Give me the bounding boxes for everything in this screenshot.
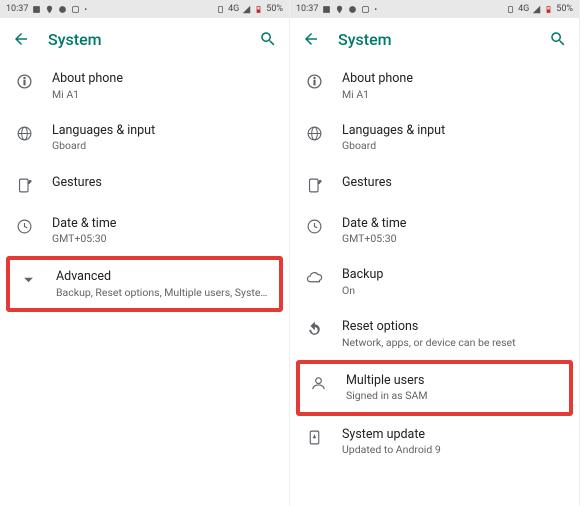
cloud-icon (306, 269, 323, 286)
gesture-icon (306, 177, 323, 194)
instagram-icon (361, 5, 370, 14)
update-icon (306, 429, 323, 446)
status-net: 4G (518, 4, 529, 14)
signal-icon (242, 5, 251, 14)
item-sub: Mi A1 (342, 88, 565, 101)
highlight-advanced: Advanced Backup, Reset options, Multiple… (6, 256, 283, 312)
image-icon (322, 5, 331, 14)
globe-icon (306, 125, 323, 142)
highlight-multiple-users: Multiple users Signed in as SAM (296, 360, 573, 416)
item-title: Backup (342, 267, 565, 283)
more-icon: • (374, 5, 377, 14)
item-multiple-users[interactable]: Multiple users Signed in as SAM (300, 364, 569, 412)
info-icon (306, 73, 323, 90)
status-time: 10:37 (296, 4, 318, 14)
item-title: Date & time (342, 216, 565, 232)
item-sub: GMT+05:30 (342, 232, 565, 245)
item-title: Advanced (56, 269, 271, 285)
vibrate-icon (216, 5, 225, 14)
image-icon (32, 5, 41, 14)
back-icon[interactable] (302, 30, 320, 48)
item-sub: Signed in as SAM (346, 389, 561, 402)
item-sub: Updated to Android 9 (342, 443, 565, 456)
item-title: Gestures (52, 175, 275, 191)
item-sub: On (342, 284, 565, 297)
item-datetime[interactable]: Date & time GMT+05:30 (290, 205, 579, 257)
item-sub: Gboard (52, 139, 275, 152)
item-title: About phone (52, 71, 275, 87)
item-about-phone[interactable]: About phone Mi A1 (0, 60, 289, 112)
item-gestures[interactable]: Gestures (0, 164, 289, 205)
globe-icon (16, 125, 33, 142)
pin-icon (335, 5, 344, 14)
reset-icon (306, 321, 323, 338)
item-reset[interactable]: Reset options Network, apps, or device c… (290, 308, 579, 360)
item-title: Date & time (52, 216, 275, 232)
battery-icon (544, 5, 553, 14)
item-sub: Gboard (342, 139, 565, 152)
user-icon (310, 375, 327, 392)
back-icon[interactable] (12, 30, 30, 48)
item-backup[interactable]: Backup On (290, 256, 579, 308)
item-title: System update (342, 427, 565, 443)
app-bar: System (290, 18, 579, 60)
clock-icon (306, 218, 323, 235)
battery-icon (254, 5, 263, 14)
chevron-down-icon (20, 271, 37, 288)
whatsapp-icon (58, 5, 67, 14)
status-battery: 50% (266, 4, 283, 14)
item-languages[interactable]: Languages & input Gboard (0, 112, 289, 164)
item-advanced[interactable]: Advanced Backup, Reset options, Multiple… (10, 260, 279, 308)
app-bar: System (0, 18, 289, 60)
item-sub: GMT+05:30 (52, 232, 275, 245)
item-datetime[interactable]: Date & time GMT+05:30 (0, 205, 289, 257)
item-title: Languages & input (342, 123, 565, 139)
instagram-icon (71, 5, 80, 14)
item-title: Multiple users (346, 373, 561, 389)
item-title: About phone (342, 71, 565, 87)
item-gestures[interactable]: Gestures (290, 164, 579, 205)
vibrate-icon (506, 5, 515, 14)
gesture-icon (16, 177, 33, 194)
item-about-phone[interactable]: About phone Mi A1 (290, 60, 579, 112)
search-icon[interactable] (549, 30, 567, 48)
info-icon (16, 73, 33, 90)
item-system-update[interactable]: System update Updated to Android 9 (290, 416, 579, 468)
status-bar: 10:37 • 4G 50% (290, 0, 579, 18)
status-battery: 50% (556, 4, 573, 14)
whatsapp-icon (348, 5, 357, 14)
screen-left: 10:37 • 4G 50% System About phone Mi A1 (0, 0, 290, 506)
item-title: Languages & input (52, 123, 275, 139)
item-title: Gestures (342, 175, 565, 191)
pin-icon (45, 5, 54, 14)
more-icon: • (84, 5, 87, 14)
signal-icon (532, 5, 541, 14)
search-icon[interactable] (259, 30, 277, 48)
status-bar: 10:37 • 4G 50% (0, 0, 289, 18)
page-title: System (48, 30, 241, 49)
item-sub: Mi A1 (52, 88, 275, 101)
clock-icon (16, 218, 33, 235)
item-languages[interactable]: Languages & input Gboard (290, 112, 579, 164)
item-sub: Backup, Reset options, Multiple users, S… (56, 286, 271, 299)
item-sub: Network, apps, or device can be reset (342, 336, 565, 349)
page-title: System (338, 30, 531, 49)
screen-right: 10:37 • 4G 50% System About phone Mi A1 (290, 0, 580, 506)
item-title: Reset options (342, 319, 565, 335)
status-time: 10:37 (6, 4, 28, 14)
status-net: 4G (228, 4, 239, 14)
